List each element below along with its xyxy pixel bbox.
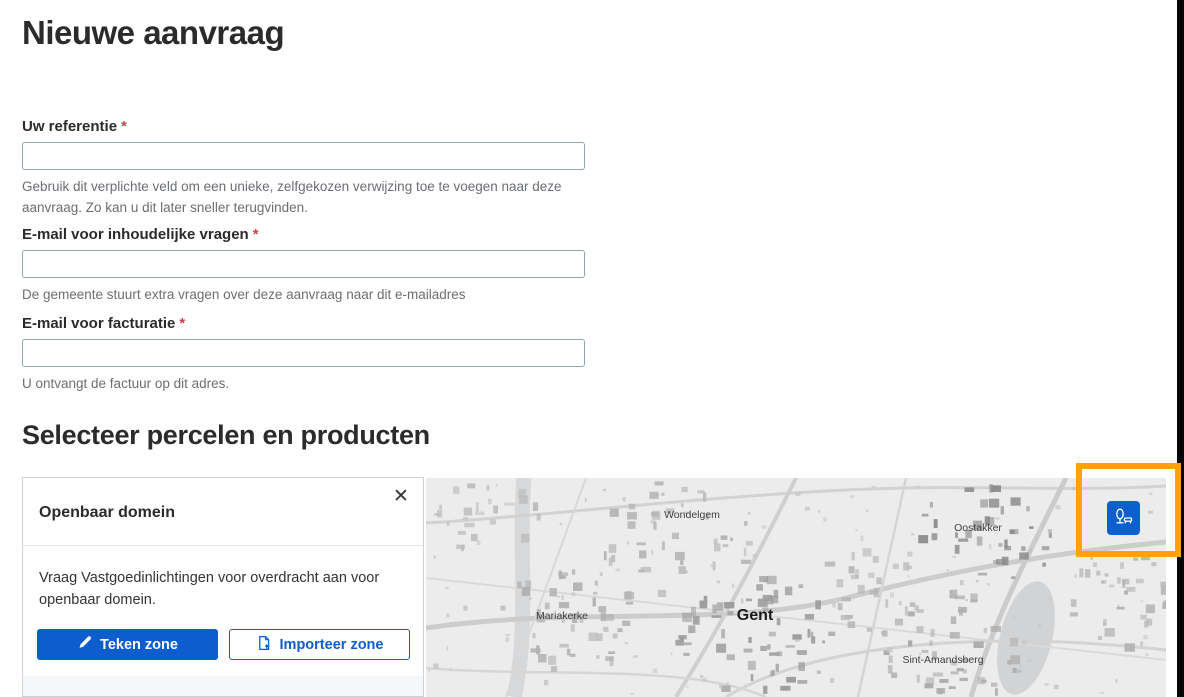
field-label: E-mail voor facturatie* bbox=[22, 315, 607, 332]
field-label-text: E-mail voor inhoudelijke vragen bbox=[22, 226, 249, 243]
map-label-mariakerke: Mariakerke bbox=[536, 610, 588, 622]
field-label-text: E-mail voor facturatie bbox=[22, 315, 175, 332]
screen-edge-bar bbox=[1177, 0, 1184, 697]
section-title: Selecteer percelen en producten bbox=[22, 420, 430, 451]
required-marker: * bbox=[253, 226, 259, 243]
email-facturatie-input[interactable] bbox=[22, 339, 585, 367]
panel-buttons: Teken zone Importeer zone bbox=[37, 629, 410, 660]
importeer-zone-button[interactable]: Importeer zone bbox=[229, 629, 410, 660]
email-vragen-input[interactable] bbox=[22, 250, 585, 278]
button-label: Importeer zone bbox=[280, 637, 384, 653]
map-label-gent: Gent bbox=[737, 607, 773, 625]
park-tree-bench-icon bbox=[1114, 507, 1134, 530]
field-referentie: Uw referentie* Gebruik dit verplichte ve… bbox=[22, 118, 607, 218]
field-label-text: Uw referentie bbox=[22, 118, 117, 135]
map-label-oostakker: Oostakker bbox=[954, 522, 1002, 534]
referentie-input[interactable] bbox=[22, 142, 585, 170]
field-email-vragen: E-mail voor inhoudelijke vragen* De geme… bbox=[22, 226, 607, 305]
required-marker: * bbox=[179, 315, 185, 332]
panel-header: Openbaar domein ✕ bbox=[23, 478, 423, 546]
field-help-text: U ontvangt de factuur op dit adres. bbox=[22, 373, 600, 394]
openbaar-domein-tool-button[interactable] bbox=[1107, 501, 1140, 535]
close-icon: ✕ bbox=[393, 486, 409, 507]
basemap-graphic bbox=[426, 478, 1166, 697]
map-label-wondelgem: Wondelgem bbox=[664, 509, 720, 521]
import-document-icon bbox=[256, 635, 272, 655]
panel-title: Openbaar domein bbox=[39, 504, 175, 522]
page-title: Nieuwe aanvraag bbox=[22, 14, 284, 52]
field-help-text: Gebruik dit verplichte veld om een uniek… bbox=[22, 176, 600, 218]
map-label-sint-amandsberg: Sint-Amandsberg bbox=[902, 654, 983, 666]
panel-description: Vraag Vastgoedinlichtingen voor overdrac… bbox=[39, 567, 395, 611]
required-marker: * bbox=[121, 118, 127, 135]
page: Nieuwe aanvraag Uw referentie* Gebruik d… bbox=[0, 0, 1184, 697]
close-button[interactable]: ✕ bbox=[388, 484, 414, 510]
openbaar-domein-panel: Openbaar domein ✕ Vraag Vastgoedinlichti… bbox=[22, 477, 424, 697]
field-help-text: De gemeente stuurt extra vragen over dez… bbox=[22, 284, 600, 305]
pencil-icon bbox=[77, 635, 92, 654]
field-label: Uw referentie* bbox=[22, 118, 607, 135]
button-label: Teken zone bbox=[100, 637, 178, 653]
field-label: E-mail voor inhoudelijke vragen* bbox=[22, 226, 607, 243]
field-email-facturatie: E-mail voor facturatie* U ontvangt de fa… bbox=[22, 315, 607, 394]
panel-footer bbox=[23, 676, 423, 696]
teken-zone-button[interactable]: Teken zone bbox=[37, 629, 218, 660]
map-canvas[interactable]: Wondelgem Oostakker Mariakerke Gent Sint… bbox=[426, 478, 1166, 697]
